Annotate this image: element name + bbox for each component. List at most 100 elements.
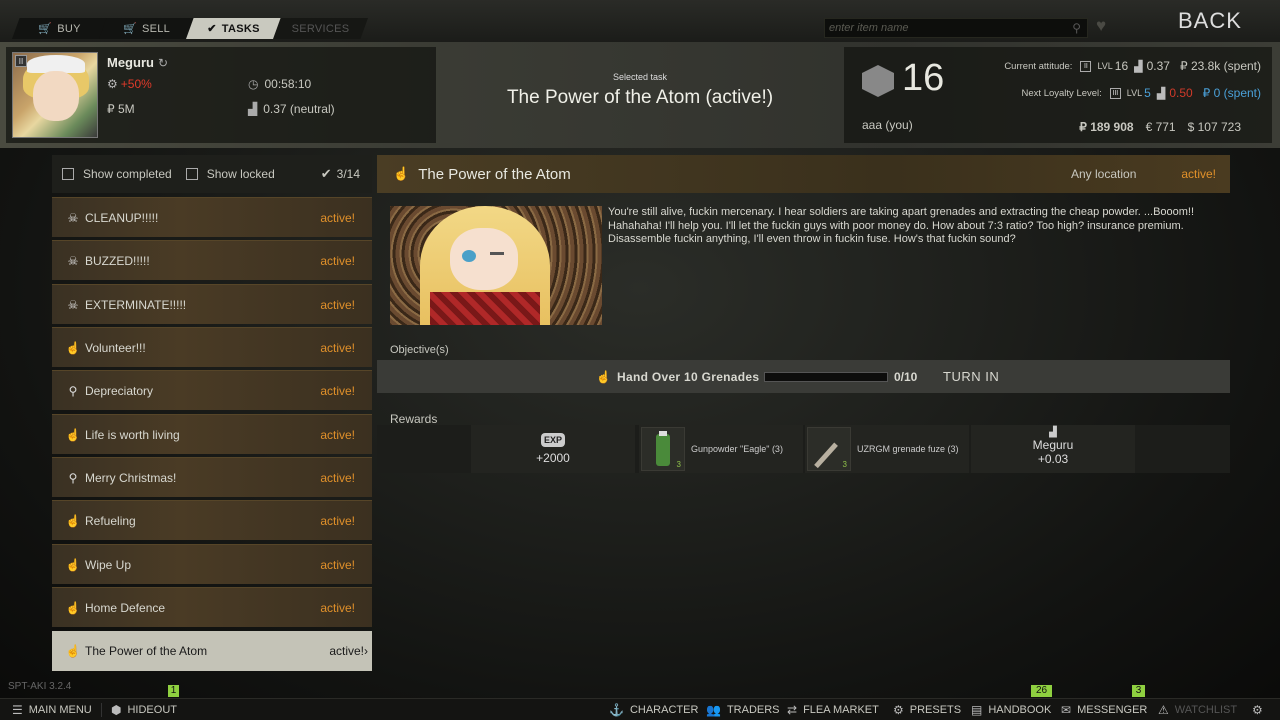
trader-discount: ⚙ +50% bbox=[107, 77, 152, 91]
skull-icon: ☠ bbox=[67, 297, 79, 312]
character-button[interactable]: ⚓ CHARACTER bbox=[609, 699, 698, 720]
next-loyalty-row: Next Loyalty Level: III LVL 5 ▟ 0.50 ₽ 0 (… bbox=[1021, 86, 1261, 100]
flea-market-button[interactable]: ⇄ FLEA MARKET bbox=[787, 699, 879, 720]
back-button[interactable]: BACK bbox=[1178, 8, 1242, 34]
selected-task-label: Selected task bbox=[612, 72, 668, 82]
task-list-item[interactable]: ☝ Volunteer!!! active! bbox=[52, 327, 372, 367]
hideout-icon: ⬢ bbox=[111, 703, 122, 717]
tab-services[interactable]: SERVICES bbox=[273, 18, 368, 39]
traders-button[interactable]: 👥 TRADERS bbox=[706, 699, 780, 720]
task-list-item[interactable]: ☠ EXTERMINATE!!!!! active! bbox=[52, 284, 372, 324]
task-status: active! bbox=[320, 470, 355, 485]
refresh-icon: ↻ bbox=[157, 56, 169, 70]
task-list-item[interactable]: ☝ Refueling active! bbox=[52, 500, 372, 540]
player-level: 16 bbox=[902, 57, 945, 99]
top-bar: 🛒 BUY 🛒 SELL ✔ TASKS SERVICES enter item na… bbox=[0, 0, 1280, 42]
rewards-row: EXP +2000 3 Gunpowder "Eagle" (3) 3 UZRG… bbox=[377, 425, 1230, 473]
trader-name: Meguru ↻ bbox=[107, 55, 169, 70]
dollar-balance: $ 107 723 bbox=[1187, 120, 1241, 134]
rewards-label: Rewards bbox=[390, 412, 438, 426]
signal-icon: ▟ bbox=[1134, 60, 1143, 73]
search-person-icon: ⚲ bbox=[68, 470, 78, 485]
trader-card: II Meguru ↻ ⚙ +50% ₽ 5M ◷ 00:58:10 ▟ 0.37 (n… bbox=[6, 47, 436, 143]
hand-icon: ☝ bbox=[596, 369, 611, 384]
hand-icon: ☝ bbox=[65, 600, 81, 615]
objectives-label: Objective(s) bbox=[390, 344, 449, 356]
task-status: active! bbox=[320, 297, 355, 312]
handbook-badge: 26 bbox=[1031, 685, 1052, 697]
task-list-item[interactable]: ⚲ Merry Christmas! active! bbox=[52, 457, 372, 497]
task-list-item[interactable]: ☠ CLEANUP!!!!! active! bbox=[52, 197, 372, 237]
task-name: EXTERMINATE!!!!! bbox=[85, 297, 187, 312]
tab-sell[interactable]: 🛒 SELL bbox=[99, 18, 194, 39]
task-name: CLEANUP!!!!! bbox=[85, 210, 159, 225]
clock-icon: ◷ bbox=[248, 77, 259, 91]
messenger-icon: ✉ bbox=[1061, 703, 1072, 717]
discount-icon: ⚙ bbox=[107, 77, 118, 91]
signal-icon: ▟ bbox=[248, 102, 258, 116]
objective-progress-text: 0/10 bbox=[894, 369, 918, 384]
tab-tasks[interactable]: ✔ TASKS bbox=[186, 18, 281, 39]
task-list-item[interactable]: ☝ Life is worth living active! bbox=[52, 414, 372, 454]
show-completed-checkbox[interactable]: Show completed bbox=[62, 167, 172, 181]
gear-icon: ⚙ bbox=[1252, 703, 1263, 717]
task-status: active! bbox=[320, 210, 355, 225]
task-list-item[interactable]: ⚲ Depreciatory active! bbox=[52, 370, 372, 410]
reward-item-name: Gunpowder "Eagle" (3) bbox=[691, 444, 783, 454]
player-card: 16 aaa (you) Current attitude: II LVL 16 … bbox=[844, 47, 1272, 143]
messenger-button[interactable]: ✉ MESSENGER bbox=[1061, 699, 1147, 720]
fuze-icon: 3 bbox=[807, 427, 851, 471]
loyalty-rank-icon: II bbox=[1080, 60, 1092, 72]
skull-icon: ☠ bbox=[67, 253, 79, 268]
hand-icon: ☝ bbox=[65, 557, 81, 572]
reward-exp-value: +2000 bbox=[536, 451, 570, 465]
task-name: Refueling bbox=[85, 513, 136, 528]
menu-icon: ☰ bbox=[12, 703, 23, 717]
show-locked-checkbox[interactable]: Show locked bbox=[185, 167, 275, 181]
cart-icon: 🛒 bbox=[122, 23, 137, 35]
favorites-heart-icon[interactable]: ♥ bbox=[1096, 16, 1106, 36]
checkmark-circle-icon: ✔ bbox=[320, 166, 332, 181]
task-name: Merry Christmas! bbox=[85, 470, 177, 485]
reward-item-fuze[interactable]: 3 UZRGM grenade fuze (3) bbox=[805, 425, 969, 473]
exp-icon: EXP bbox=[541, 433, 565, 447]
objective-text: Hand Over 10 Grenades bbox=[617, 369, 760, 384]
main-menu-button[interactable]: ☰ MAIN MENU bbox=[12, 699, 92, 720]
hand-icon: ☝ bbox=[65, 427, 81, 442]
task-list-item[interactable]: ☝ Home Defence active! bbox=[52, 587, 372, 627]
trader-header: II Meguru ↻ ⚙ +50% ₽ 5M ◷ 00:58:10 ▟ 0.37 (n… bbox=[0, 42, 1280, 148]
handbook-button[interactable]: ▤ HANDBOOK bbox=[971, 699, 1051, 720]
task-list-item[interactable]: ☠ BUZZED!!!!! active! bbox=[52, 240, 372, 280]
settings-button[interactable]: ⚙ bbox=[1252, 699, 1269, 720]
turn-in-button[interactable]: TURN IN bbox=[943, 369, 999, 384]
task-name: Wipe Up bbox=[85, 557, 132, 572]
tab-buy[interactable]: 🛒 BUY bbox=[12, 18, 107, 39]
task-count: ✔ 3/14 bbox=[320, 166, 360, 181]
reward-reputation: ▟ Meguru +0.03 bbox=[971, 425, 1135, 473]
search-icon[interactable]: ⚲ bbox=[1072, 21, 1081, 35]
current-attitude-row: Current attitude: II LVL 16 ▟ 0.37 ₽ 23.8k… bbox=[1004, 59, 1261, 73]
task-status: active! bbox=[320, 600, 355, 615]
task-status: active! bbox=[320, 340, 355, 355]
hand-icon: ☝ bbox=[393, 166, 410, 181]
reward-item-gunpowder[interactable]: 3 Gunpowder "Eagle" (3) bbox=[639, 425, 803, 473]
search-person-icon: ⚲ bbox=[68, 383, 78, 398]
watchlist-button[interactable]: ⚠ WATCHLIST bbox=[1158, 699, 1237, 720]
task-name: Home Defence bbox=[85, 600, 166, 615]
search-input[interactable]: enter item name ⚲ bbox=[824, 18, 1088, 38]
version-label: SPT-AKI 3.2.4 bbox=[8, 681, 72, 692]
hideout-badge: 1 bbox=[168, 685, 179, 697]
objective-progress-bar bbox=[764, 371, 888, 382]
task-list-item[interactable]: ☝ The Power of the Atom active! › bbox=[52, 631, 372, 671]
hideout-button[interactable]: ⬢ HIDEOUT bbox=[111, 699, 177, 720]
presets-button[interactable]: ⚙ PRESETS bbox=[893, 699, 961, 720]
trader-reputation: ▟ 0.37 (neutral) bbox=[248, 102, 335, 116]
chevron-right-icon: › bbox=[364, 644, 368, 658]
character-icon: ⚓ bbox=[609, 703, 624, 717]
task-description: You're still alive, fuckin mercenary. I … bbox=[608, 206, 1195, 245]
task-list-item[interactable]: ☝ Wipe Up active! bbox=[52, 544, 372, 584]
task-status: active! bbox=[320, 557, 355, 572]
reward-item-name: UZRGM grenade fuze (3) bbox=[857, 444, 959, 454]
messenger-badge: 3 bbox=[1132, 685, 1145, 697]
task-status: active! bbox=[320, 427, 355, 442]
